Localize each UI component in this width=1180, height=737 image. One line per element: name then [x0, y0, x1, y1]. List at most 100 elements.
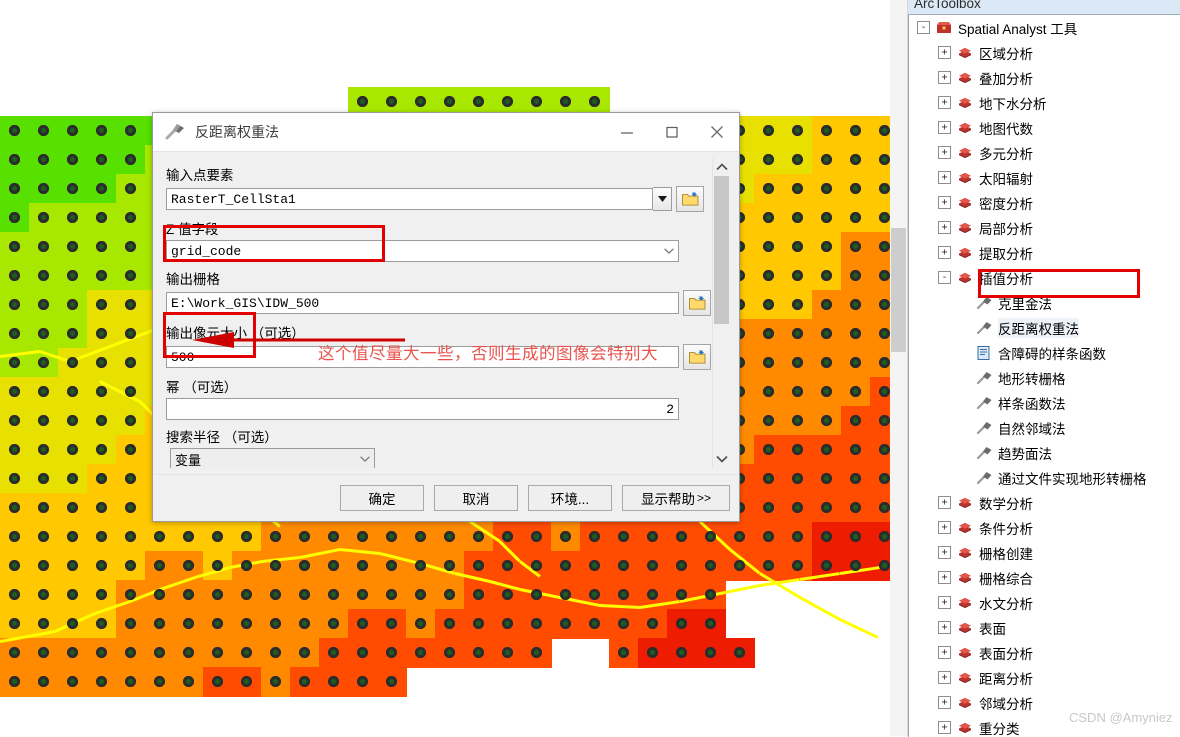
expand-icon[interactable]: + — [938, 671, 951, 684]
sample-point-marker — [241, 531, 252, 542]
sample-point-marker — [9, 241, 20, 252]
toolset-icon — [956, 570, 974, 586]
sample-point-marker — [67, 125, 78, 136]
expand-icon[interactable]: + — [938, 46, 951, 59]
expand-icon[interactable]: + — [938, 96, 951, 109]
toolset-icon — [956, 720, 974, 736]
parameter-scroll-pane[interactable]: 输入点要素 RasterT_CellSta1 Z 值字段 grid_code — [162, 158, 714, 468]
tree-item-叠加分析[interactable]: +叠加分析 — [909, 65, 1180, 90]
expand-icon[interactable]: + — [938, 521, 951, 534]
expand-icon[interactable]: + — [938, 496, 951, 509]
sample-point-marker — [38, 444, 49, 455]
dialog-scrollbar[interactable] — [712, 158, 730, 468]
expand-icon[interactable]: + — [938, 621, 951, 634]
sample-point-marker — [67, 560, 78, 571]
power-field[interactable]: 2 — [166, 398, 679, 420]
search-radius-select[interactable]: 变量 — [170, 448, 375, 468]
sample-point-marker — [38, 647, 49, 658]
cancel-button[interactable]: 取消 — [434, 485, 518, 511]
sample-point-marker — [9, 589, 20, 600]
tree-item-地形转栅格[interactable]: 地形转栅格 — [909, 365, 1180, 390]
tree-item-克里金法[interactable]: 克里金法 — [909, 290, 1180, 315]
dialog-scroll-thumb[interactable] — [714, 176, 729, 324]
dialog-scroll-track[interactable] — [713, 176, 730, 450]
sample-point-marker — [270, 618, 281, 629]
toolset-icon — [956, 595, 974, 611]
tree-item-条件分析[interactable]: +条件分析 — [909, 515, 1180, 540]
tree-item-反距离权重法[interactable]: 反距离权重法 — [909, 315, 1180, 340]
collapse-icon[interactable]: - — [917, 21, 930, 34]
panel-scrollbar[interactable] — [890, 0, 908, 736]
tree-item-表面分析[interactable]: +表面分析 — [909, 640, 1180, 665]
tree-item-自然邻域法[interactable]: 自然邻域法 — [909, 415, 1180, 440]
environments-button[interactable]: 环境... — [528, 485, 612, 511]
expand-icon[interactable]: + — [938, 221, 951, 234]
tree-item-水文分析[interactable]: +水文分析 — [909, 590, 1180, 615]
scroll-down-icon[interactable] — [713, 450, 730, 468]
expand-icon[interactable]: + — [938, 646, 951, 659]
tree-item-趋势面法[interactable]: 趋势面法 — [909, 440, 1180, 465]
sample-point-marker — [67, 270, 78, 281]
tree-item-太阳辐射[interactable]: +太阳辐射 — [909, 165, 1180, 190]
tree-item-数学分析[interactable]: +数学分析 — [909, 490, 1180, 515]
sample-point-marker — [125, 618, 136, 629]
close-icon[interactable] — [694, 113, 739, 151]
output-raster-browse-button[interactable] — [683, 290, 711, 316]
expand-icon[interactable]: + — [938, 146, 951, 159]
collapse-icon[interactable]: - — [938, 271, 951, 284]
sample-point-marker — [125, 676, 136, 687]
tree-item-插值分析[interactable]: -插值分析 — [909, 265, 1180, 290]
input-features-browse-button[interactable] — [676, 186, 704, 212]
maximize-icon[interactable] — [649, 113, 694, 151]
expand-icon[interactable]: + — [938, 721, 951, 734]
z-value-field-dropdown[interactable]: grid_code — [166, 240, 679, 262]
tree-item-通过文件实现地形转栅格[interactable]: 通过文件实现地形转栅格 — [909, 465, 1180, 490]
tree-item-栅格创建[interactable]: +栅格创建 — [909, 540, 1180, 565]
sample-point-marker — [125, 473, 136, 484]
idw-tool-dialog[interactable]: 反距离权重法 输入点要素 RasterT_CellSta1 — [152, 112, 740, 522]
tree-item-含障碍的样条函数[interactable]: 含障碍的样条函数 — [909, 340, 1180, 365]
expand-icon[interactable]: + — [938, 71, 951, 84]
tree-item-区域分析[interactable]: +区域分析 — [909, 40, 1180, 65]
hammer-tool-icon — [975, 295, 993, 311]
output-cell-size-browse-button[interactable] — [683, 344, 711, 370]
tree-item-栅格综合[interactable]: +栅格综合 — [909, 565, 1180, 590]
output-raster-field[interactable]: E:\Work_GIS\IDW_500 — [166, 292, 679, 314]
minimize-icon[interactable] — [604, 113, 649, 151]
ok-button[interactable]: 确定 — [340, 485, 424, 511]
input-features-dropdown-arrow[interactable] — [653, 187, 672, 211]
tree-item-地图代数[interactable]: +地图代数 — [909, 115, 1180, 140]
sample-point-marker — [328, 618, 339, 629]
expand-icon[interactable]: + — [938, 696, 951, 709]
tree-item-局部分析[interactable]: +局部分析 — [909, 215, 1180, 240]
tree-item-地下水分析[interactable]: +地下水分析 — [909, 90, 1180, 115]
expand-icon[interactable]: + — [938, 571, 951, 584]
sample-point-marker — [792, 502, 803, 513]
expand-icon[interactable]: + — [938, 246, 951, 259]
sample-point-marker — [125, 241, 136, 252]
tree-item-距离分析[interactable]: +距离分析 — [909, 665, 1180, 690]
sample-point-marker — [125, 212, 136, 223]
expand-icon[interactable]: + — [938, 196, 951, 209]
tree-item-密度分析[interactable]: +密度分析 — [909, 190, 1180, 215]
show-help-button[interactable]: 显示帮助 >> — [622, 485, 730, 511]
sample-point-marker — [792, 183, 803, 194]
input-features-field[interactable]: RasterT_CellSta1 — [166, 188, 653, 210]
tree-item-Spatial-Analyst-工具[interactable]: -Spatial Analyst 工具 — [909, 15, 1180, 40]
tree-item-多元分析[interactable]: +多元分析 — [909, 140, 1180, 165]
sample-point-marker — [734, 560, 745, 571]
expand-icon[interactable]: + — [938, 171, 951, 184]
expand-icon[interactable]: + — [938, 546, 951, 559]
expand-icon[interactable]: + — [938, 121, 951, 134]
tree-item-表面[interactable]: +表面 — [909, 615, 1180, 640]
expand-icon[interactable]: + — [938, 596, 951, 609]
output-raster-label: 输出栅格 — [166, 268, 714, 288]
toolbox-tree[interactable]: -Spatial Analyst 工具+区域分析+叠加分析+地下水分析+地图代数… — [908, 14, 1180, 737]
tree-item-提取分析[interactable]: +提取分析 — [909, 240, 1180, 265]
tree-item-样条函数法[interactable]: 样条函数法 — [909, 390, 1180, 415]
panel-scroll-thumb[interactable] — [891, 228, 906, 352]
arctoolbox-panel[interactable]: ArcToolbox -Spatial Analyst 工具+区域分析+叠加分析… — [890, 0, 1180, 736]
scroll-up-icon[interactable] — [713, 158, 730, 176]
sample-point-marker — [589, 531, 600, 542]
sample-point-marker — [821, 444, 832, 455]
